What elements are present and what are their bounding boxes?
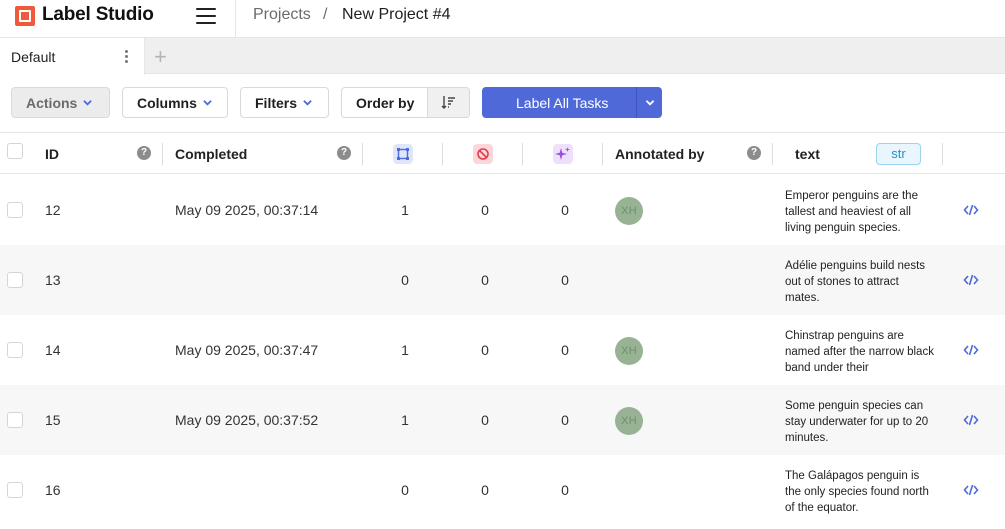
label-studio-logo-icon[interactable] bbox=[14, 5, 36, 27]
help-icon[interactable]: ? bbox=[137, 146, 151, 160]
annotations-icon[interactable] bbox=[393, 144, 413, 164]
chevron-down-icon[interactable] bbox=[645, 98, 655, 107]
code-icon[interactable] bbox=[963, 413, 979, 427]
sort-direction-toggle[interactable] bbox=[428, 88, 469, 117]
row-predictions-count: 0 bbox=[561, 412, 569, 428]
code-icon[interactable] bbox=[963, 483, 979, 497]
row-cancelled-count: 0 bbox=[481, 482, 489, 498]
row-annotations-count: 0 bbox=[401, 272, 409, 288]
columns-button[interactable]: Columns bbox=[122, 87, 228, 118]
row-checkbox[interactable] bbox=[7, 342, 23, 358]
label-all-tasks-label: Label All Tasks bbox=[516, 95, 609, 111]
avatar[interactable]: XH bbox=[615, 197, 643, 225]
row-annotations-count: 0 bbox=[401, 482, 409, 498]
row-annotations-count: 1 bbox=[401, 202, 409, 218]
row-completed: May 09 2025, 00:37:52 bbox=[175, 412, 319, 428]
code-icon[interactable] bbox=[963, 343, 979, 357]
table-row[interactable]: 16 0 0 0 The Galápagos penguin is the on… bbox=[0, 455, 1005, 525]
row-predictions-count: 0 bbox=[561, 272, 569, 288]
help-icon[interactable]: ? bbox=[747, 146, 761, 160]
table-row[interactable]: 13 0 0 0 Adélie penguins build nests out… bbox=[0, 245, 1005, 315]
row-cancelled-count: 0 bbox=[481, 202, 489, 218]
row-completed: May 09 2025, 00:37:14 bbox=[175, 202, 319, 218]
label-all-tasks-button[interactable]: Label All Tasks bbox=[482, 87, 662, 118]
app-name[interactable]: Label Studio bbox=[42, 4, 154, 26]
row-id: 12 bbox=[45, 202, 61, 218]
row-checkbox[interactable] bbox=[7, 412, 23, 428]
tab-options-icon[interactable] bbox=[125, 50, 129, 64]
actions-label: Actions bbox=[26, 95, 78, 111]
columns-label: Columns bbox=[137, 95, 197, 111]
row-id: 14 bbox=[45, 342, 61, 358]
header-divider bbox=[235, 0, 236, 38]
row-text: The Galápagos penguin is the only specie… bbox=[785, 470, 929, 514]
help-icon[interactable]: ? bbox=[337, 146, 351, 160]
code-icon[interactable] bbox=[963, 203, 979, 217]
order-by-button[interactable]: Order by bbox=[341, 87, 470, 118]
row-predictions-count: 0 bbox=[561, 342, 569, 358]
table-row[interactable]: 12 May 09 2025, 00:37:14 1 0 0 XH Empero… bbox=[0, 175, 1005, 245]
row-id: 13 bbox=[45, 272, 61, 288]
column-header-completed[interactable]: Completed bbox=[175, 146, 247, 162]
top-navigation-bar: Label Studio Projects / New Project #4 bbox=[0, 0, 1005, 38]
row-cancelled-count: 0 bbox=[481, 412, 489, 428]
sort-icon bbox=[441, 96, 455, 109]
avatar[interactable]: XH bbox=[615, 407, 643, 435]
row-predictions-count: 0 bbox=[561, 202, 569, 218]
breadcrumb-current-project: New Project #4 bbox=[342, 6, 451, 23]
table-header: ID ? Completed ? Annotated by ? text str bbox=[0, 132, 1005, 174]
column-header-id[interactable]: ID bbox=[45, 146, 59, 162]
row-cancelled-count: 0 bbox=[481, 272, 489, 288]
row-cancelled-count: 0 bbox=[481, 342, 489, 358]
row-text: Emperor penguins are the tallest and hea… bbox=[785, 190, 918, 234]
chevron-down-icon bbox=[303, 100, 312, 106]
column-header-text[interactable]: text bbox=[795, 146, 820, 162]
row-text: Some penguin species can stay underwater… bbox=[785, 400, 929, 444]
table-row[interactable]: 14 May 09 2025, 00:37:47 1 0 0 XH Chinst… bbox=[0, 315, 1005, 385]
chevron-down-icon bbox=[203, 100, 212, 106]
order-by-label: Order by bbox=[356, 95, 415, 111]
row-predictions-count: 0 bbox=[561, 482, 569, 498]
actions-button[interactable]: Actions bbox=[11, 87, 110, 118]
row-text: Chinstrap penguins are named after the n… bbox=[785, 330, 934, 374]
row-checkbox[interactable] bbox=[7, 272, 23, 288]
column-type-badge: str bbox=[876, 143, 921, 165]
filters-button[interactable]: Filters bbox=[240, 87, 329, 118]
breadcrumb-separator: / bbox=[323, 6, 328, 23]
row-checkbox[interactable] bbox=[7, 482, 23, 498]
tab-default[interactable]: Default bbox=[0, 38, 145, 75]
table-row[interactable]: 15 May 09 2025, 00:37:52 1 0 0 XH Some p… bbox=[0, 385, 1005, 455]
row-checkbox[interactable] bbox=[7, 202, 23, 218]
chevron-down-icon bbox=[83, 100, 92, 106]
tab-label: Default bbox=[11, 49, 56, 65]
code-icon[interactable] bbox=[963, 273, 979, 287]
cancelled-icon[interactable] bbox=[473, 144, 493, 164]
row-id: 16 bbox=[45, 482, 61, 498]
row-annotations-count: 1 bbox=[401, 412, 409, 428]
row-text: Adélie penguins build nests out of stone… bbox=[785, 260, 926, 304]
row-id: 15 bbox=[45, 412, 61, 428]
row-completed: May 09 2025, 00:37:47 bbox=[175, 342, 319, 358]
add-tab-icon[interactable]: + bbox=[154, 44, 167, 70]
row-annotations-count: 1 bbox=[401, 342, 409, 358]
view-tabs-bar: Default + bbox=[0, 38, 1005, 75]
avatar[interactable]: XH bbox=[615, 337, 643, 365]
column-header-annotated-by[interactable]: Annotated by bbox=[615, 146, 704, 162]
filters-label: Filters bbox=[255, 95, 298, 111]
breadcrumb-projects-link[interactable]: Projects bbox=[253, 6, 311, 24]
predictions-icon[interactable] bbox=[553, 144, 573, 164]
menu-icon[interactable] bbox=[196, 8, 216, 24]
select-all-checkbox[interactable] bbox=[7, 143, 23, 159]
